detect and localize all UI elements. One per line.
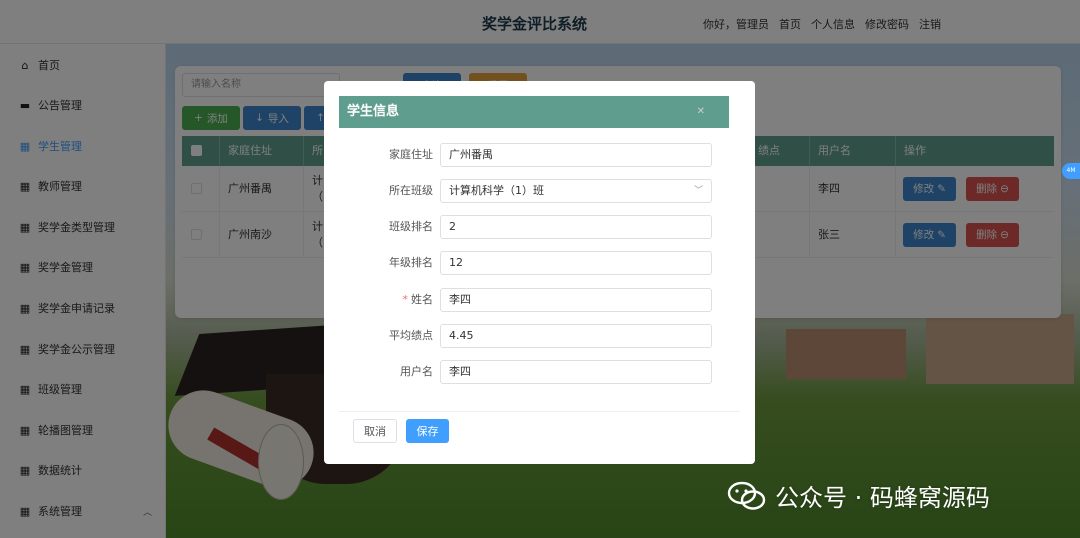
save-button[interactable]: 保存 [406,419,449,443]
close-icon[interactable]: ✕ [697,96,705,128]
name-field[interactable]: 李四 [440,288,712,312]
gpa-label: 平均绩点 [389,329,433,342]
username-field[interactable]: 李四 [440,360,712,384]
student-info-dialog: 学生信息 ✕ 家庭住址 广州番禺 所在班级 计算机科学（1）班 ﹀ 班级排名 2… [324,81,755,464]
form-row-class-rank: 班级排名 2 [324,215,755,239]
form-row-grade-rank: 年级排名 12 [324,251,755,275]
dialog-header: 学生信息 ✕ [339,96,729,128]
form-row-address: 家庭住址 广州番禺 [324,143,755,167]
class-rank-label: 班级排名 [389,220,433,233]
class-select-value: 计算机科学（1）班 [449,184,544,197]
username-label: 用户名 [400,365,433,378]
app: 奖学金评比系统 你好，管理员 首页 个人信息 修改密码 注销 ⌂ 首页 ▬ 公告… [0,0,1080,538]
name-label: * 姓名 [403,288,434,312]
address-field[interactable]: 广州番禺 [440,143,712,167]
grade-rank-label: 年级排名 [389,256,433,269]
class-label: 所在班级 [389,184,433,197]
address-label: 家庭住址 [389,148,433,161]
grade-rank-field[interactable]: 12 [440,251,712,275]
form-row-username: 用户名 李四 [324,360,755,384]
class-select[interactable]: 计算机科学（1）班 ﹀ [440,179,712,203]
wechat-icon [727,481,766,510]
dialog-divider [339,411,740,412]
cancel-button[interactable]: 取消 [353,419,397,443]
watermark: 公众号 · 码蜂窝源码 [727,478,990,513]
form-row-name: * 姓名 李四 [324,288,755,312]
side-float-badge[interactable]: 4M [1062,163,1080,179]
name-label-text: 姓名 [411,293,433,306]
class-rank-field[interactable]: 2 [440,215,712,239]
watermark-text: 公众号 · 码蜂窝源码 [775,484,990,512]
form-row-class: 所在班级 计算机科学（1）班 ﹀ [324,179,755,203]
dialog-title: 学生信息 [347,104,400,119]
gpa-field[interactable]: 4.45 [440,324,712,348]
form-row-gpa: 平均绩点 4.45 [324,324,755,348]
required-asterisk: * [402,293,409,306]
chevron-down-icon: ﹀ [693,186,703,196]
